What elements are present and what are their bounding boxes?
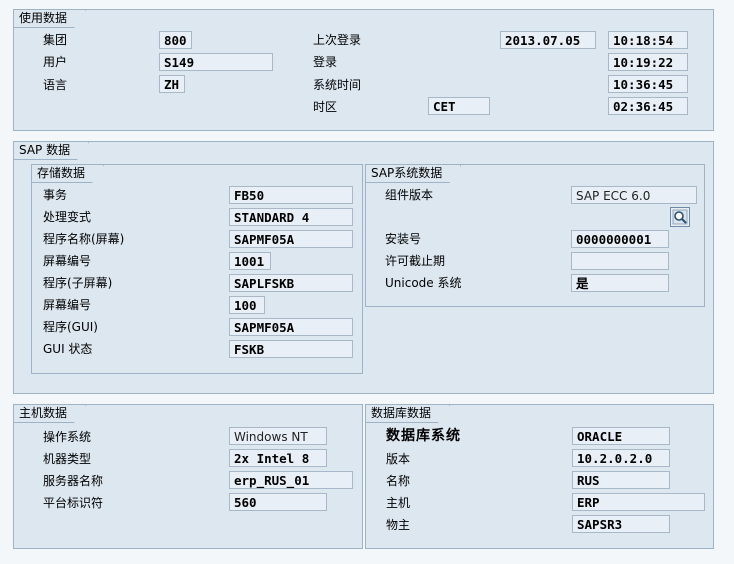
db-name-label: 名称	[386, 474, 411, 488]
platform-id-label: 平台标识符	[43, 496, 104, 510]
repo-label-program-gui: 程序(GUI)	[43, 320, 98, 334]
client-label: 集团	[43, 33, 68, 47]
server-name-label: 服务器名称	[43, 474, 104, 488]
db-name-field[interactable]: RUS	[572, 471, 670, 489]
db-system-field[interactable]: ORACLE	[572, 427, 670, 445]
server-name-field[interactable]: erp_RUS_01	[229, 471, 353, 489]
last-logon-time-field[interactable]: 10:18:54	[608, 31, 688, 49]
usage-data-title: 使用数据	[14, 10, 86, 28]
transaction-field[interactable]: FB50	[229, 186, 353, 204]
usage-data-group: 使用数据 集团 800 用户 S149 语言 ZH 上次登录 2013.07.0…	[13, 9, 714, 131]
sap-system-data-title: SAP系统数据	[366, 165, 461, 183]
database-data-group: 数据库数据 数据库系统 ORACLE 版本 10.2.0.2.0 名称 RUS …	[365, 404, 714, 549]
user-label: 用户	[43, 55, 68, 69]
language-label: 语言	[43, 78, 68, 92]
program-screen-field[interactable]: SAPMF05A	[229, 230, 353, 248]
db-release-field[interactable]: 10.2.0.2.0	[572, 449, 670, 467]
install-number-field[interactable]: 0000000001	[571, 230, 669, 248]
variant-field[interactable]: STANDARD 4	[229, 208, 353, 226]
program-subscreen-field[interactable]: SAPLFSKB	[229, 274, 353, 292]
screen-number-field[interactable]: 1001	[229, 252, 271, 270]
license-expiry-field[interactable]	[571, 252, 669, 270]
timezone-label: 时区	[313, 100, 338, 114]
repo-label-gui-status: GUI 状态	[43, 342, 93, 356]
os-label: 操作系统	[43, 430, 92, 444]
timezone-time-field[interactable]: 02:36:45	[608, 97, 688, 115]
language-field[interactable]: ZH	[159, 75, 185, 93]
last-logon-label: 上次登录	[313, 33, 362, 47]
sap-data-group: SAP 数据 存储数据 事务 FB50 处理变式 STANDARD 4 程序名称…	[13, 141, 714, 394]
logon-time-field[interactable]: 10:19:22	[608, 53, 688, 71]
repo-label-screen-number: 屏幕编号	[43, 254, 92, 268]
magnifier-icon	[672, 209, 688, 225]
timezone-field[interactable]: CET	[428, 97, 490, 115]
repo-label-subscreen-number: 屏幕编号	[43, 298, 92, 312]
install-number-label: 安装号	[385, 232, 422, 246]
db-owner-label: 物主	[386, 518, 411, 532]
component-version-field[interactable]: SAP ECC 6.0	[571, 186, 697, 204]
system-time-field[interactable]: 10:36:45	[608, 75, 688, 93]
repo-label-program-screen: 程序名称(屏幕)	[43, 232, 125, 246]
sap-data-title: SAP 数据	[14, 142, 89, 160]
component-version-label: 组件版本	[385, 188, 434, 202]
machine-type-field[interactable]: 2x Intel 8	[229, 449, 327, 467]
unicode-system-label: Unicode 系统	[385, 276, 462, 290]
system-time-label: 系统时间	[313, 78, 362, 92]
platform-id-field[interactable]: 560	[229, 493, 327, 511]
details-button[interactable]	[670, 207, 690, 227]
repo-label-transaction: 事务	[43, 188, 68, 202]
sap-system-data-group: SAP系统数据 组件版本 SAP ECC 6.0 安装号 0000000001 …	[365, 164, 705, 307]
program-gui-field[interactable]: SAPMF05A	[229, 318, 353, 336]
repository-data-group: 存储数据 事务 FB50 处理变式 STANDARD 4 程序名称(屏幕) SA…	[31, 164, 363, 374]
user-field[interactable]: S149	[159, 53, 273, 71]
unicode-system-field[interactable]: 是	[571, 274, 669, 292]
database-data-title: 数据库数据	[366, 405, 450, 423]
db-host-label: 主机	[386, 496, 411, 510]
client-field[interactable]: 800	[159, 31, 192, 49]
host-data-group: 主机数据 操作系统 Windows NT 机器类型 2x Intel 8 服务器…	[13, 404, 363, 549]
db-host-field[interactable]: ERP	[572, 493, 705, 511]
gui-status-field[interactable]: FSKB	[229, 340, 353, 358]
os-field[interactable]: Windows NT	[229, 427, 327, 445]
subscreen-number-field[interactable]: 100	[229, 296, 265, 314]
db-owner-field[interactable]: SAPSR3	[572, 515, 670, 533]
db-release-label: 版本	[386, 452, 411, 466]
db-system-label: 数据库系统	[386, 428, 461, 444]
repo-label-program-subscreen: 程序(子屏幕)	[43, 276, 113, 290]
machine-type-label: 机器类型	[43, 452, 92, 466]
repository-data-title: 存储数据	[32, 165, 104, 183]
repo-label-variant: 处理变式	[43, 210, 92, 224]
host-data-title: 主机数据	[14, 405, 86, 423]
license-expiry-label: 许可截止期	[385, 254, 446, 268]
logon-label: 登录	[313, 55, 338, 69]
last-logon-date-field[interactable]: 2013.07.05	[500, 31, 596, 49]
